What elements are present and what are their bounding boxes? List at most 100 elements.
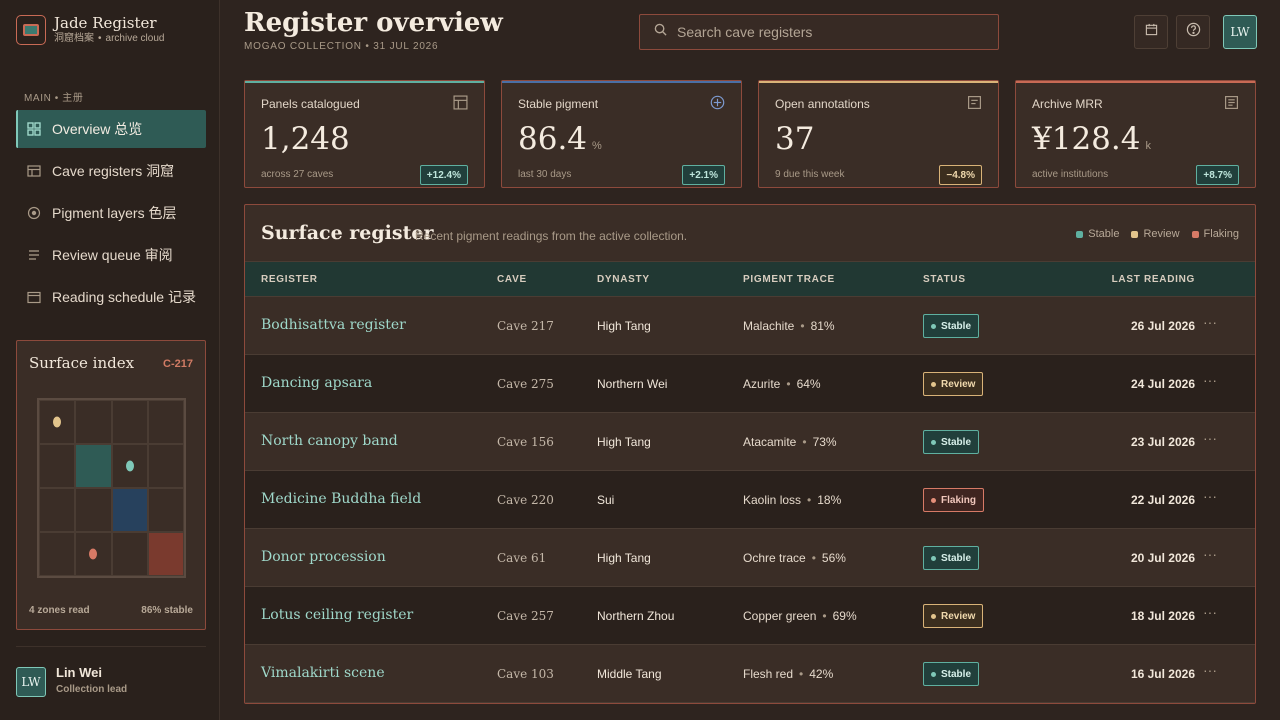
last-reading-cell: 20 Jul 2026 xyxy=(1130,551,1195,565)
cave-cell: Cave 257 xyxy=(497,609,554,623)
search-box[interactable] xyxy=(639,14,999,50)
column-header-register[interactable]: REGISTER xyxy=(261,274,318,285)
more-icon[interactable]: ··· xyxy=(1203,546,1217,562)
pigment-cell: Flesh red • 42% xyxy=(743,667,834,681)
register-link[interactable]: Dancing apsara xyxy=(261,375,372,391)
divider xyxy=(16,646,206,647)
calendar-button[interactable] xyxy=(1134,15,1168,49)
grid-cell[interactable] xyxy=(39,444,76,488)
help-icon xyxy=(1186,22,1201,42)
more-icon[interactable]: ··· xyxy=(1203,488,1217,504)
user-profile[interactable]: LW Lin Wei Collection lead xyxy=(16,665,127,699)
doc-icon xyxy=(1224,95,1239,115)
dynasty-cell: High Tang xyxy=(597,435,651,449)
kpi-footnote: active institutions xyxy=(1032,169,1109,180)
grid-cell[interactable] xyxy=(111,444,148,488)
register-link[interactable]: Lotus ceiling register xyxy=(261,607,413,623)
pigment-cell: Malachite • 81% xyxy=(743,319,835,333)
more-icon[interactable]: ··· xyxy=(1203,662,1217,678)
table-row[interactable]: Dancing apsara Cave 275 Northern Wei Azu… xyxy=(245,355,1255,413)
last-reading-cell: 16 Jul 2026 xyxy=(1130,667,1195,681)
help-button[interactable] xyxy=(1176,15,1210,49)
grid-cell-flaking[interactable] xyxy=(147,532,184,576)
table-row[interactable]: Bodhisattva register Cave 217 High Tang … xyxy=(245,297,1255,355)
more-icon[interactable]: ··· xyxy=(1203,430,1217,446)
table-row[interactable]: Lotus ceiling register Cave 257 Northern… xyxy=(245,587,1255,645)
column-header-pigment-trace[interactable]: PIGMENT TRACE xyxy=(743,274,835,285)
grid-cell[interactable] xyxy=(147,400,184,444)
column-header-status[interactable]: STATUS xyxy=(923,274,966,285)
sidebar-item-pigment-layers[interactable]: Pigment layers 色层 xyxy=(16,194,206,232)
table-row[interactable]: Medicine Buddha field Cave 220 Sui Kaoli… xyxy=(245,471,1255,529)
page-subtitle: MOGAO COLLECTION • 31 JUL 2026 xyxy=(244,41,439,52)
dynasty-cell: High Tang xyxy=(597,319,651,333)
grid-cell[interactable] xyxy=(111,532,148,576)
table-row[interactable]: North canopy band Cave 156 High Tang Ata… xyxy=(245,413,1255,471)
grid-cell[interactable] xyxy=(39,400,76,444)
target-icon xyxy=(26,205,42,221)
grid-cell[interactable] xyxy=(111,400,148,444)
more-icon[interactable]: ··· xyxy=(1203,314,1217,330)
sidebar-item-review-queue[interactable]: Review queue 审阅 xyxy=(16,236,206,274)
cave-cell: Cave 220 xyxy=(497,493,554,507)
sidebar-item-reading-schedule[interactable]: Reading schedule 记录 xyxy=(16,278,206,316)
last-reading-cell: 26 Jul 2026 xyxy=(1130,319,1195,333)
grid-cell[interactable] xyxy=(39,532,76,576)
column-header-last-reading[interactable]: LAST READING xyxy=(1112,274,1195,285)
grid-cell[interactable] xyxy=(39,488,76,532)
table-body: Bodhisattva register Cave 217 High Tang … xyxy=(245,297,1255,703)
dynasty-cell: Northern Zhou xyxy=(597,609,675,623)
sidebar-item-overview[interactable]: Overview 总览 xyxy=(16,110,206,148)
search-input[interactable] xyxy=(677,24,977,40)
kpi-value: ¥128.4 k xyxy=(1032,121,1151,157)
pigment-cell: Copper green • 69% xyxy=(743,609,857,623)
table-row[interactable]: Vimalakirti scene Cave 103 Middle Tang F… xyxy=(245,645,1255,703)
grid-cell[interactable] xyxy=(147,488,184,532)
column-header-dynasty[interactable]: DYNASTY xyxy=(597,274,650,285)
grid-cell-stable[interactable] xyxy=(75,444,112,488)
last-reading-cell: 23 Jul 2026 xyxy=(1130,435,1195,449)
sidebar-item-label: Overview 总览 xyxy=(52,121,143,137)
brand[interactable]: Jade Register 洞窟档案 • archive cloud xyxy=(16,14,164,46)
grid-cell-active[interactable] xyxy=(111,488,148,532)
list-icon xyxy=(26,247,42,263)
kpi-accent-bar xyxy=(1016,81,1255,83)
brand-logo-icon xyxy=(16,15,46,45)
kpi-label: Panels catalogued xyxy=(261,97,360,111)
sidebar: Jade Register 洞窟档案 • archive cloud MAIN • … xyxy=(0,0,220,720)
sidebar-item-label: Reading schedule 记录 xyxy=(52,289,196,305)
page-title: Register overview xyxy=(244,8,503,38)
avatar: LW xyxy=(16,667,46,697)
grid-cell[interactable] xyxy=(75,400,112,444)
column-header-cave[interactable]: CAVE xyxy=(497,274,527,285)
more-icon[interactable]: ··· xyxy=(1203,372,1217,388)
header-avatar[interactable]: LW xyxy=(1223,15,1257,49)
calendar-icon xyxy=(1145,23,1158,41)
sidebar-nav: Overview 总览 Cave registers 洞窟 Pigment la… xyxy=(16,110,206,320)
status-badge: Review xyxy=(923,372,984,396)
kpi-value: 37 xyxy=(775,121,815,157)
sidebar-item-label: Pigment layers 色层 xyxy=(52,205,177,221)
kpi-card-archive-mrr: Archive MRR ¥128.4 k active institutions … xyxy=(1015,80,1256,188)
calendar-icon xyxy=(26,289,42,305)
register-link[interactable]: Vimalakirti scene xyxy=(261,665,385,681)
register-link[interactable]: Medicine Buddha field xyxy=(261,491,421,507)
nav-section-label: MAIN • 主册 xyxy=(24,93,84,104)
sidebar-item-cave-registers[interactable]: Cave registers 洞窟 xyxy=(16,152,206,190)
kpi-label: Stable pigment xyxy=(518,97,599,111)
status-badge: Stable xyxy=(923,314,980,338)
more-icon[interactable]: ··· xyxy=(1203,604,1217,620)
kpi-accent-bar xyxy=(502,81,741,83)
kpi-accent-bar xyxy=(245,81,484,83)
grid-cell[interactable] xyxy=(147,444,184,488)
kpi-delta-badge: −4.8% xyxy=(939,165,982,185)
grid-cell[interactable] xyxy=(75,488,112,532)
kpi-delta-badge: +2.1% xyxy=(682,165,725,185)
surface-index-code: C-217 xyxy=(163,358,193,370)
grid-cell[interactable] xyxy=(75,532,112,576)
register-link[interactable]: Bodhisattva register xyxy=(261,317,406,333)
legend-item-flaking: Flaking xyxy=(1191,228,1239,240)
table-row[interactable]: Donor procession Cave 61 High Tang Ochre… xyxy=(245,529,1255,587)
register-link[interactable]: North canopy band xyxy=(261,433,398,449)
register-link[interactable]: Donor procession xyxy=(261,549,386,565)
